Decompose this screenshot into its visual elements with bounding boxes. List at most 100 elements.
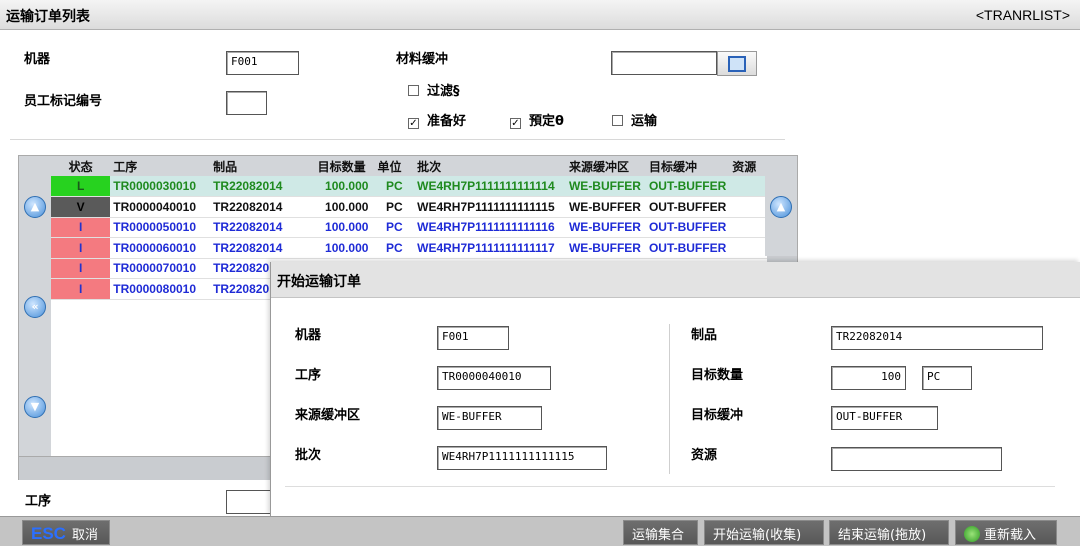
scroll-down-icon[interactable]: ▼	[24, 396, 46, 418]
dlg-machine-input[interactable]: F001	[437, 326, 509, 350]
col-quantity[interactable]: 目标数量	[314, 156, 375, 176]
unit-cell: PC	[374, 176, 415, 197]
checkbox-box[interactable]	[612, 115, 623, 126]
col-product[interactable]: 制品	[210, 156, 315, 176]
operation-cell: TR0000060010	[110, 237, 211, 259]
product-cell: TR22082014	[210, 196, 315, 218]
col-unit[interactable]: 单位	[374, 156, 415, 176]
status-cell: I	[51, 278, 111, 300]
dlg-resource-input[interactable]	[831, 447, 1002, 471]
dlg-operation-input[interactable]: TR0000040010	[437, 366, 551, 390]
product-cell: TR22082014	[210, 237, 315, 259]
dlg-lot-input[interactable]: WE4RH7P1111111111115	[437, 446, 607, 470]
table-row[interactable]: I TR0000050010 TR22082014 100.000 PC WE4RH7P1…	[51, 217, 767, 238]
target-buffer-cell: OUT-BUFFER	[645, 237, 730, 259]
start-transport-button[interactable]: 开始运输(收集)	[704, 520, 824, 545]
status-cell: I	[51, 258, 111, 279]
dlg-quantity-label: 目标数量	[691, 368, 744, 383]
table-row[interactable]: I TR0000060010 TR22082014 100.000 PC WE4RH7P1…	[51, 237, 767, 259]
end-transport-button[interactable]: 结束运输(拖放)	[829, 520, 949, 545]
resource-cell	[729, 237, 767, 259]
esc-cancel-button[interactable]: ESC 取消	[22, 520, 110, 545]
dialog-header: 开始运输订单	[271, 262, 1080, 298]
esc-key: ESC	[31, 524, 66, 543]
dlg-product-input[interactable]: TR22082014	[831, 326, 1043, 350]
col-status[interactable]: 状态	[51, 156, 111, 176]
table-row[interactable]: L TR0000030010 TR22082014 100.000 PC WE4RH7P1…	[51, 176, 767, 197]
checkbox-scheduled-label: 預定θ	[529, 114, 564, 129]
col-operation[interactable]: 工序	[110, 156, 211, 176]
resource-cell	[729, 176, 767, 197]
buffer-label: 材料缓冲	[396, 52, 449, 67]
col-resource[interactable]: 资源	[729, 156, 767, 176]
action-bar: ESC 取消 运输集合 开始运输(收集) 结束运输(拖放) 重新载入	[0, 516, 1080, 546]
operation-cell: TR0000050010	[110, 217, 211, 238]
scroll-up-icon[interactable]: ▲	[24, 196, 46, 218]
dlg-source-input[interactable]: WE-BUFFER	[437, 406, 542, 430]
dlg-machine-label: 机器	[295, 328, 322, 343]
dlg-quantity-input[interactable]: 100	[831, 366, 906, 390]
table-header-row: 状态 工序 制品 目标数量 单位 批次 来源缓冲区 目标缓冲 资源	[51, 156, 767, 176]
resource-cell	[729, 217, 767, 238]
col-target-buffer[interactable]: 目标缓冲	[645, 156, 730, 176]
quantity-cell: 100.000	[314, 196, 375, 218]
lot-cell: WE4RH7P1111111111115	[414, 196, 566, 218]
dlg-lot-label: 批次	[295, 448, 322, 463]
checkbox-filter-label: 过滤§	[427, 84, 460, 99]
quantity-cell: 100.000	[314, 217, 375, 238]
grid-left-scroller: ▲ « ▼	[19, 156, 51, 456]
checkbox-scheduled[interactable]: ✓ 預定θ	[510, 110, 564, 129]
screen-code: <TRANRLIST>	[975, 7, 1070, 23]
scroll-right-up-icon[interactable]: ▲	[770, 196, 792, 218]
employee-input[interactable]	[226, 91, 267, 115]
checkbox-box-checked[interactable]: ✓	[510, 118, 521, 129]
dlg-product-label: 制品	[691, 328, 718, 343]
reload-label: 重新载入	[984, 528, 1037, 543]
unit-cell: PC	[374, 217, 415, 238]
operation-input[interactable]	[226, 490, 276, 514]
dlg-unit-input[interactable]: PC	[922, 366, 972, 390]
dlg-target-label: 目标缓冲	[691, 408, 744, 423]
unit-cell: PC	[374, 196, 415, 218]
checkbox-ready[interactable]: ✓ 准备好	[408, 110, 466, 129]
product-cell: TR22082014	[210, 176, 315, 197]
dlg-source-label: 来源缓冲区	[295, 408, 361, 423]
window-icon	[728, 56, 746, 72]
operation-label: 工序	[25, 494, 52, 509]
checkbox-transport-label: 运输	[631, 114, 658, 129]
reload-button[interactable]: 重新载入	[955, 520, 1057, 545]
checkbox-transport[interactable]: 运输	[612, 110, 657, 129]
status-cell: V	[51, 196, 111, 218]
dlg-operation-label: 工序	[295, 368, 322, 383]
machine-input[interactable]: F001	[226, 51, 299, 75]
unit-cell: PC	[374, 237, 415, 259]
start-transport-dialog: 开始运输订单 机器 F001 工序 TR0000040010 来源缓冲区 WE-…	[270, 262, 1080, 516]
source-buffer-cell: WE-BUFFER	[565, 196, 646, 218]
col-lot[interactable]: 批次	[414, 156, 566, 176]
transport-collect-button[interactable]: 运输集合	[623, 520, 698, 545]
dlg-resource-label: 资源	[691, 448, 718, 463]
operation-cell: TR0000070010	[110, 258, 211, 279]
employee-label: 员工标记编号	[24, 94, 103, 109]
table-row[interactable]: V TR0000040010 TR22082014 100.000 PC WE4RH7P1…	[51, 196, 767, 218]
target-buffer-cell: OUT-BUFFER	[645, 176, 730, 197]
checkbox-box[interactable]	[408, 85, 419, 96]
machine-label: 机器	[24, 52, 51, 67]
quantity-cell: 100.000	[314, 176, 375, 197]
dlg-target-input[interactable]: OUT-BUFFER	[831, 406, 938, 430]
checkbox-ready-label: 准备好	[427, 114, 467, 129]
lot-cell: WE4RH7P1111111111116	[414, 217, 566, 238]
quantity-cell: 100.000	[314, 237, 375, 259]
col-source-buffer[interactable]: 来源缓冲区	[565, 156, 646, 176]
browse-button[interactable]	[717, 51, 757, 76]
page-up-icon[interactable]: «	[24, 296, 46, 318]
operation-cell: TR0000080010	[110, 278, 211, 300]
status-cell: I	[51, 217, 111, 238]
resource-cell	[729, 196, 767, 218]
target-buffer-cell: OUT-BUFFER	[645, 217, 730, 238]
dialog-divider	[669, 324, 670, 474]
buffer-input[interactable]	[611, 51, 717, 75]
checkbox-filter[interactable]: 过滤§	[408, 80, 460, 99]
checkbox-box-checked[interactable]: ✓	[408, 118, 419, 129]
title-bar: 运输订单列表 <TRANRLIST>	[0, 0, 1080, 30]
